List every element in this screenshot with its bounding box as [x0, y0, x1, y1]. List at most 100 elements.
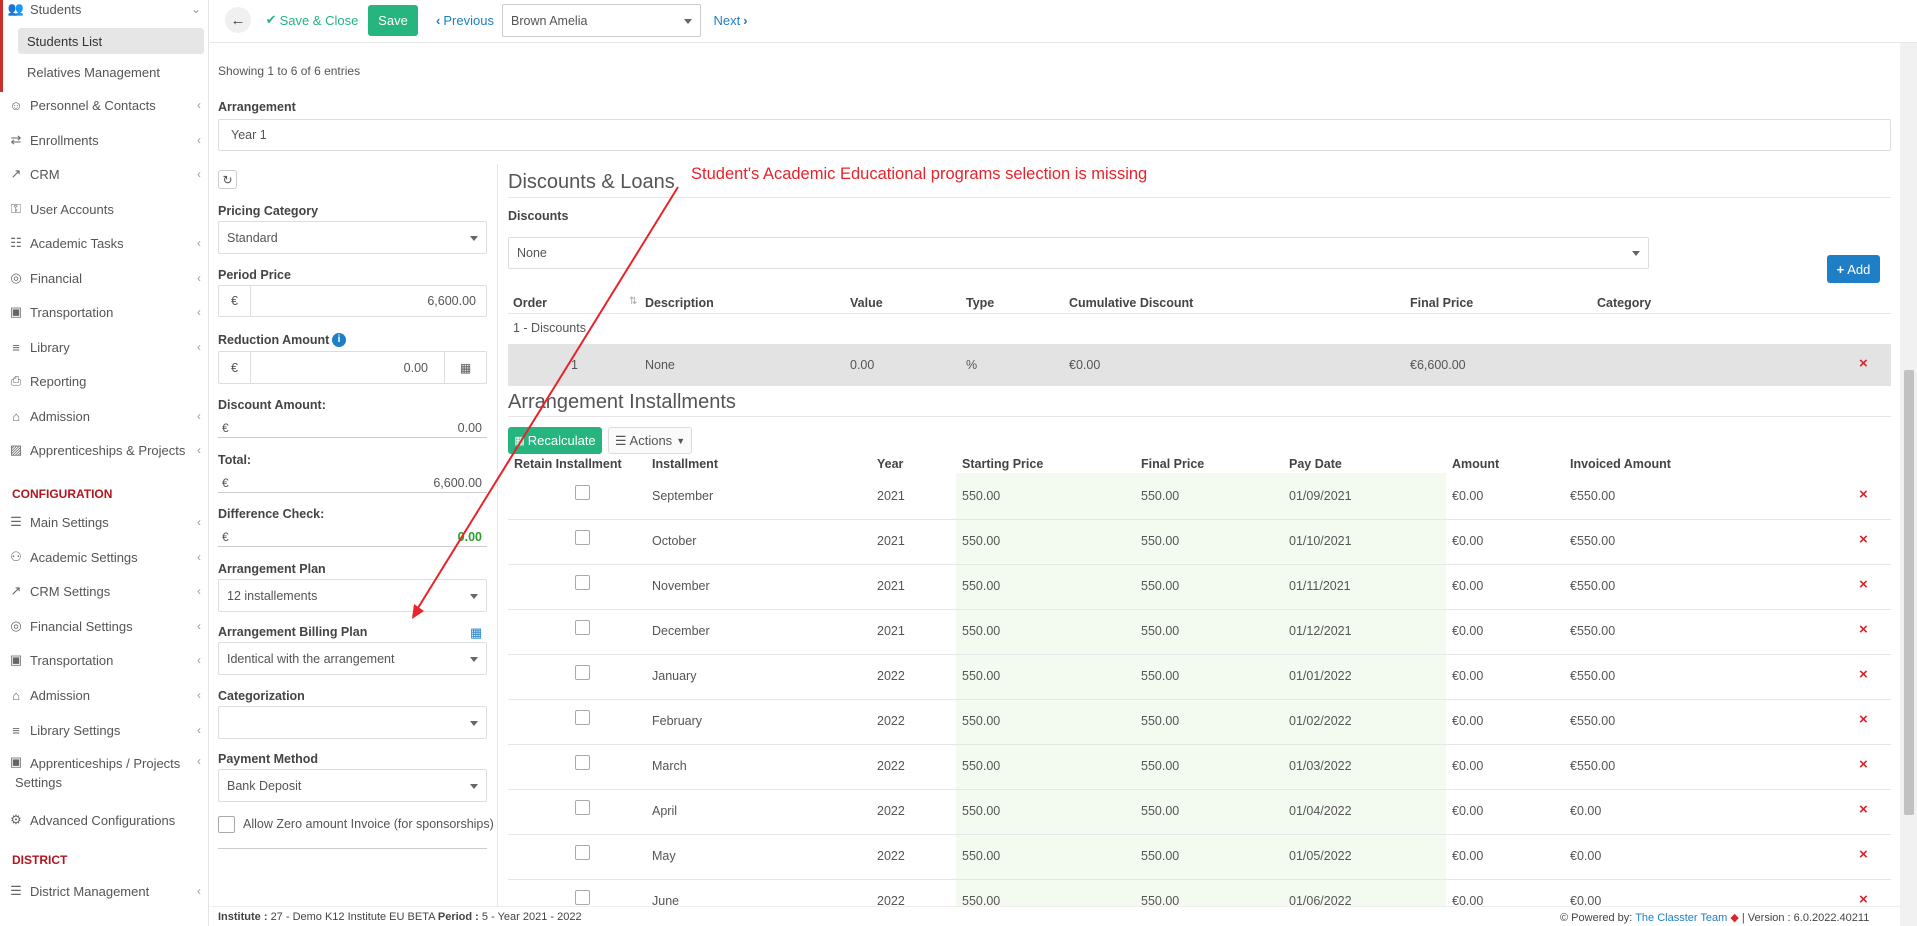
sidebar-item[interactable]: ▨ Apprenticeships & Projects ‹	[0, 437, 208, 463]
sidebar-item[interactable]: ⚿ User Accounts	[0, 196, 208, 222]
sidebar-item-config[interactable]: ↗ CRM Settings ‹	[0, 578, 208, 604]
delete-icon[interactable]: ×	[1859, 711, 1868, 728]
sidebar-item-config[interactable]: ◎ Financial Settings ‹	[0, 613, 208, 639]
sidebar-item-config[interactable]: ≡ Library Settings ‹	[0, 717, 208, 743]
zero-invoice-checkbox[interactable]	[218, 816, 235, 833]
column-header-amount[interactable]: Amount	[1452, 457, 1499, 471]
next-button[interactable]: Next ›	[708, 6, 753, 34]
retain-checkbox[interactable]	[575, 845, 590, 860]
previous-button[interactable]: ‹ Previous	[430, 6, 500, 34]
sidebar-item-advanced[interactable]: ⚙ Advanced Configurations	[0, 807, 208, 833]
sidebar-item[interactable]: ⌂ Admission ‹	[0, 403, 208, 429]
retain-checkbox[interactable]	[575, 620, 590, 635]
sidebar-item[interactable]: ↗ CRM ‹	[0, 161, 208, 187]
payment-method-select[interactable]: Bank Deposit	[218, 769, 487, 802]
retain-checkbox[interactable]	[575, 530, 590, 545]
sort-icon[interactable]: ⇅	[629, 296, 637, 307]
sidebar-item-label: Students	[30, 1, 82, 17]
sidebar-item[interactable]: ▣ Transportation ‹	[0, 299, 208, 325]
scrollbar-thumb[interactable]	[1904, 370, 1914, 815]
table-row[interactable]: January 2022 550.00 550.00 01/01/2022 €0.00 €5…	[508, 655, 1891, 700]
sidebar-item-config[interactable]: ⌂ Admission ‹	[0, 682, 208, 708]
sidebar-item-students[interactable]: 👥 Students ⌄	[0, 0, 208, 22]
billing-plan-select[interactable]: Identical with the arrangement	[218, 642, 487, 675]
column-header-installment[interactable]: Installment	[652, 457, 718, 471]
retain-checkbox[interactable]	[575, 665, 590, 680]
classter-team-link[interactable]: The Classter Team	[1635, 912, 1727, 924]
table-row[interactable]: December 2021 550.00 550.00 01/12/2021 €0.00 €…	[508, 610, 1891, 655]
column-header-invoiced[interactable]: Invoiced Amount	[1570, 457, 1671, 471]
sidebar-label-line-1: Apprenticeships / Projects	[30, 756, 181, 771]
actions-dropdown-button[interactable]: ☰ Actions ▼	[608, 427, 692, 454]
retain-checkbox[interactable]	[575, 890, 590, 905]
sidebar-item[interactable]: ☺ Personnel & Contacts ‹	[0, 92, 208, 118]
delete-icon[interactable]: ×	[1859, 846, 1868, 863]
pricing-category-select[interactable]: Standard	[218, 221, 487, 254]
column-header-final-price[interactable]: Final Price	[1410, 296, 1473, 310]
column-header-category[interactable]: Category	[1597, 296, 1651, 310]
retain-checkbox[interactable]	[575, 800, 590, 815]
back-button[interactable]: ←	[225, 7, 251, 33]
table-row[interactable]: September 2021 550.00 550.00 01/09/2021 €0.00…	[508, 475, 1891, 520]
arrangement-field[interactable]: Year 1	[218, 119, 1891, 151]
table-row[interactable]: April 2022 550.00 550.00 01/04/2022 €0.00 €0.0…	[508, 790, 1891, 835]
table-row[interactable]: March 2022 550.00 550.00 01/03/2022 €0.00 €550…	[508, 745, 1891, 790]
sidebar-item[interactable]: ⇄ Enrollments ‹	[0, 127, 208, 153]
sidebar-item-students-list[interactable]: Students List	[18, 28, 204, 54]
column-header-pay-date[interactable]: Pay Date	[1289, 457, 1342, 471]
delete-icon[interactable]: ×	[1859, 756, 1868, 773]
retain-checkbox[interactable]	[575, 485, 590, 500]
period-price-field[interactable]: € 6,600.00	[218, 285, 487, 317]
sidebar-item-apprenticeship-settings[interactable]: ▣ Apprenticeships / Projects Settings ‹	[0, 754, 208, 790]
sidebar-item[interactable]: ≡ Library ‹	[0, 334, 208, 360]
sidebar-item[interactable]: ☷ Academic Tasks ‹	[0, 230, 208, 256]
info-icon[interactable]: i	[332, 333, 346, 347]
table-row[interactable]: February 2022 550.00 550.00 01/02/2022 €0.00 €…	[508, 700, 1891, 745]
table-row[interactable]: May 2022 550.00 550.00 01/05/2022 €0.00 €0.00 ×	[508, 835, 1891, 880]
delete-icon[interactable]: ×	[1859, 355, 1868, 372]
refresh-button[interactable]: ↻	[218, 170, 237, 189]
arrangement-plan-select[interactable]: 12 installements	[218, 579, 487, 612]
save-close-button[interactable]: ✔ Save & Close	[262, 6, 362, 34]
column-header-description[interactable]: Description	[645, 296, 714, 310]
categorization-select[interactable]	[218, 706, 487, 739]
column-header-cumulative[interactable]: Cumulative Discount	[1069, 296, 1193, 310]
column-header-retain[interactable]: Retain Installment	[514, 457, 622, 471]
column-header-order[interactable]: Order	[513, 296, 547, 310]
sidebar-item-config[interactable]: ⚇ Academic Settings ‹	[0, 544, 208, 570]
discounts-select[interactable]: None	[508, 237, 1649, 269]
column-header-final-price[interactable]: Final Price	[1141, 457, 1204, 471]
delete-icon[interactable]: ×	[1859, 801, 1868, 818]
sidebar-item-config[interactable]: ☰ Main Settings ‹	[0, 509, 208, 535]
retain-checkbox[interactable]	[575, 575, 590, 590]
toolbar: ← ✔ Save & Close Save ‹ Previous Brown Ame…	[210, 0, 1917, 43]
table-row[interactable]: November 2021 550.00 550.00 01/11/2021 €0.00 €…	[508, 565, 1891, 610]
table-row[interactable]: October 2021 550.00 550.00 01/10/2021 €0.00 €5…	[508, 520, 1891, 565]
column-header-starting-price[interactable]: Starting Price	[962, 457, 1043, 471]
recalculate-button[interactable]: ▦ Recalculate	[508, 427, 602, 454]
calculator-icon[interactable]: ▦	[470, 625, 482, 641]
delete-icon[interactable]: ×	[1859, 486, 1868, 503]
save-button[interactable]: Save	[368, 5, 418, 36]
student-select[interactable]: Brown Amelia	[502, 4, 701, 37]
retain-checkbox[interactable]	[575, 710, 590, 725]
calculator-icon[interactable]: ▦	[444, 352, 486, 383]
cell-final-price: 550.00	[1141, 669, 1180, 683]
table-row[interactable]: 1 None 0.00 % €0.00 €6,600.00 ×	[508, 344, 1891, 386]
chevron-left-icon: ‹	[197, 133, 201, 147]
column-header-year[interactable]: Year	[877, 457, 903, 471]
column-header-value[interactable]: Value	[850, 296, 883, 310]
delete-icon[interactable]: ×	[1859, 576, 1868, 593]
sidebar-item[interactable]: ◎ Financial ‹	[0, 265, 208, 291]
reduction-amount-field[interactable]: € 0.00 ▦	[218, 351, 487, 384]
sidebar-item-config[interactable]: ▣ Transportation ‹	[0, 647, 208, 673]
retain-checkbox[interactable]	[575, 755, 590, 770]
sidebar-item[interactable]: ⎙ Reporting	[0, 368, 208, 394]
delete-icon[interactable]: ×	[1859, 666, 1868, 683]
column-header-type[interactable]: Type	[966, 296, 994, 310]
delete-icon[interactable]: ×	[1859, 531, 1868, 548]
sidebar-item-district[interactable]: ☰ District Management ‹	[0, 878, 208, 904]
delete-icon[interactable]: ×	[1859, 621, 1868, 638]
sidebar-item-relatives[interactable]: Relatives Management	[18, 59, 204, 85]
add-discount-button[interactable]: + Add	[1827, 255, 1880, 283]
